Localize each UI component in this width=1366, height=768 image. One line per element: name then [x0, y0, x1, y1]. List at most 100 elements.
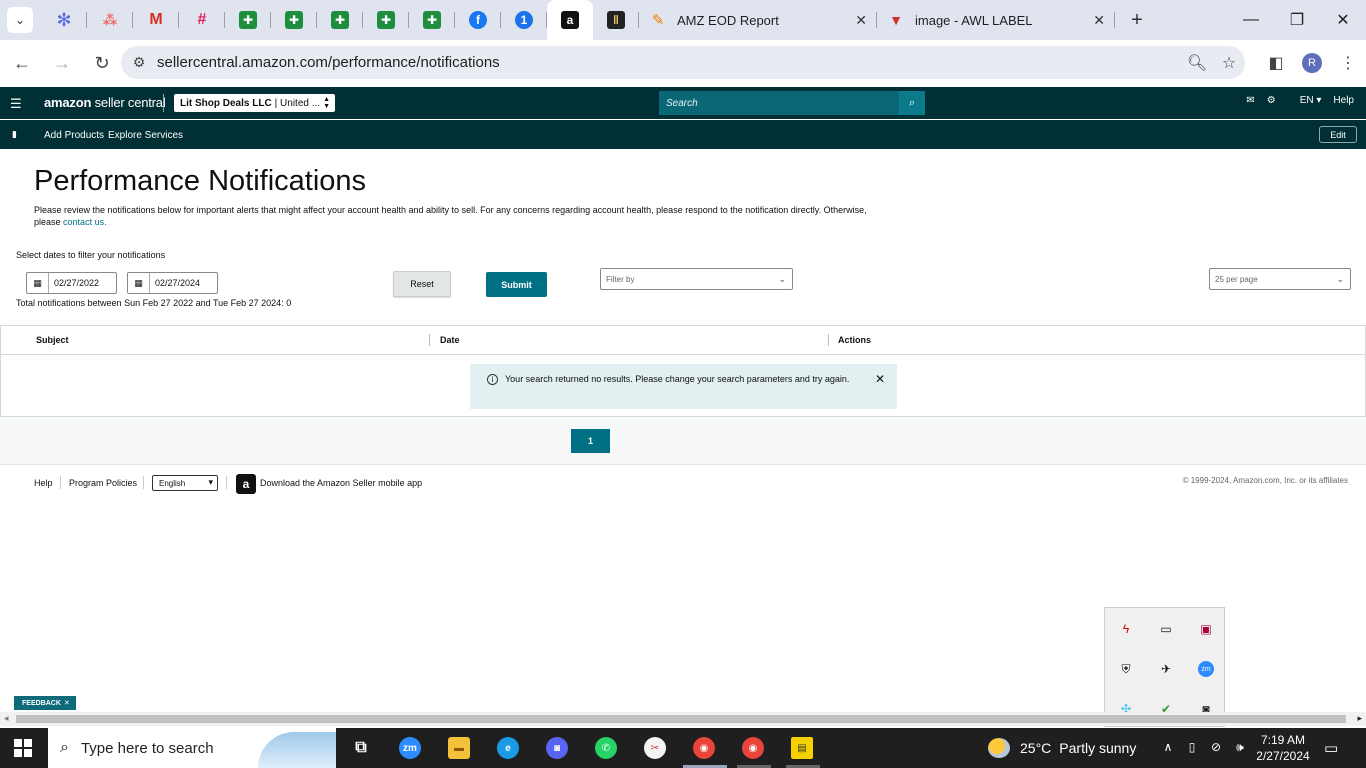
new-tab-plus-icon[interactable]: + [1121, 4, 1153, 36]
snipping-tool-icon[interactable]: ✂ [644, 737, 666, 759]
hidden-tray-icons-popup: ϟ ▭ ▣ ⛨ ✈ zm ✣ ✔ ◙ [1104, 607, 1225, 727]
shield-icon[interactable]: ⛨ [1106, 649, 1146, 689]
chrome-icon[interactable]: ◉ [693, 737, 715, 759]
pinned-tab[interactable]: M [133, 0, 179, 40]
tab-close-icon[interactable]: ✕ [855, 12, 867, 29]
mobile-app-link[interactable]: Download the Amazon Seller mobile app [260, 478, 422, 488]
pinned-tab[interactable]: ✚ [363, 0, 409, 40]
close-window-icon[interactable]: ✕ [1320, 0, 1366, 40]
taskbar-search-box[interactable]: ⌕ Type here to search [48, 728, 336, 768]
pinned-tab[interactable]: ⁂ [87, 0, 133, 40]
logo-rest: seller central [94, 95, 166, 110]
bolt-tray-icon[interactable]: ϟ [1106, 609, 1146, 649]
back-arrow-icon[interactable]: ← [4, 45, 40, 81]
network-display-icon[interactable]: ▭ [1146, 609, 1186, 649]
weather-widget[interactable]: 25°C Partly sunny [988, 738, 1136, 758]
reset-button[interactable]: Reset [393, 271, 451, 297]
add-products-link[interactable]: Add Products [44, 130, 104, 141]
help-link[interactable]: Help [1333, 95, 1354, 106]
side-panel-icon[interactable]: ◧ [1258, 53, 1294, 73]
chevron-down-icon: ⌄ [778, 274, 786, 284]
close-icon[interactable]: ✕ [64, 699, 70, 707]
column-date[interactable]: Date [440, 335, 460, 345]
horizontal-scrollbar[interactable]: ◂ ▸ [0, 712, 1366, 726]
pinned-tab[interactable]: 1 [501, 0, 547, 40]
url-text[interactable]: sellercentral.amazon.com/performance/not… [157, 54, 1181, 71]
satellite-icon[interactable]: ✈ [1146, 649, 1186, 689]
tab-search-chevron-icon[interactable]: ⌄ [7, 7, 33, 33]
discord-icon[interactable]: ◙ [546, 737, 568, 759]
reload-icon[interactable]: ↻ [84, 45, 120, 81]
pinned-tab[interactable]: ✚ [271, 0, 317, 40]
pinned-tab-active[interactable]: a [547, 0, 593, 40]
taskbar-search-placeholder: Type here to search [80, 739, 214, 757]
mail-icon[interactable]: ✉ [1246, 95, 1254, 106]
calendar-icon[interactable]: ▦ [27, 273, 49, 293]
windows-start-icon[interactable] [14, 739, 32, 757]
notifications-icon[interactable]: ▭ [1324, 739, 1338, 757]
per-page-select[interactable]: 25 per page ⌄ [1209, 268, 1351, 290]
system-clock[interactable]: 7:19 AM 2/27/2024 [1248, 732, 1318, 764]
pinned-tab[interactable]: ✚ [409, 0, 455, 40]
start-date-input[interactable]: ▦ 02/27/2022 [26, 272, 117, 294]
bookmark-star-icon[interactable]: ☆ [1213, 53, 1245, 73]
explore-services-link[interactable]: Explore Services [108, 130, 183, 141]
footer-help-link[interactable]: Help [34, 478, 53, 488]
file-explorer-icon[interactable]: ▬ [448, 737, 470, 759]
device-icon[interactable]: ▯ [1180, 740, 1204, 755]
whatsapp-icon[interactable]: ✆ [595, 737, 617, 759]
filter-by-select[interactable]: Filter by ⌄ [600, 268, 793, 290]
page-number-button[interactable]: 1 [571, 429, 610, 453]
profile-avatar[interactable]: R [1294, 53, 1330, 73]
chrome-profile-icon[interactable]: ◉ [742, 737, 764, 759]
gear-icon[interactable]: ⚙ [1267, 95, 1276, 106]
tab-close-icon[interactable]: ✕ [1093, 12, 1105, 29]
address-bar[interactable]: ⚙ sellercentral.amazon.com/performance/n… [121, 46, 1245, 79]
hamburger-menu-icon[interactable]: ☰ [10, 96, 22, 112]
submit-button[interactable]: Submit [486, 272, 547, 297]
amazon-app-icon[interactable]: a [236, 474, 256, 494]
show-hidden-icons-chevron-up-icon[interactable]: ∧ [1156, 740, 1180, 755]
network-off-icon[interactable]: ⊘ [1204, 740, 1228, 755]
tab-amz-eod-report[interactable]: ✎ AMZ EOD Report ✕ [639, 0, 877, 40]
account-switcher[interactable]: Lit Shop Deals LLC | United ... ▲ ▼ [174, 94, 335, 112]
contact-us-link[interactable]: contact us. [63, 217, 107, 227]
bookmark-icon[interactable]: ▮ [12, 129, 17, 140]
account-region: | United ... [274, 97, 321, 109]
pinned-tab[interactable]: # [179, 0, 225, 40]
zoom-tray-icon[interactable]: zm [1186, 649, 1226, 689]
minimize-icon[interactable]: — [1228, 0, 1274, 40]
close-icon[interactable]: ✕ [875, 373, 885, 409]
feedback-button[interactable]: FEEDBACK ✕ [14, 696, 76, 710]
pinned-tab[interactable]: ✚ [317, 0, 363, 40]
edge-icon[interactable]: e [497, 737, 519, 759]
edit-bookmarks-button[interactable]: Edit [1319, 126, 1357, 143]
restore-icon[interactable]: ❐ [1274, 0, 1320, 40]
language-selector[interactable]: EN ▾ [1288, 95, 1322, 106]
tab-awl-label[interactable]: ▼ image - AWL LABEL ✕ [877, 0, 1115, 40]
calendar-icon[interactable]: ▦ [128, 273, 150, 293]
scroll-left-icon[interactable]: ◂ [4, 713, 9, 724]
pinned-tab[interactable]: ✻ [41, 0, 87, 40]
scroll-right-icon[interactable]: ▸ [1357, 713, 1362, 724]
kebab-menu-icon[interactable]: ⋮ [1330, 53, 1366, 73]
sticky-notes-icon[interactable]: ▤ [791, 737, 813, 759]
footer-language-select[interactable]: English ▾ [152, 475, 218, 491]
pinned-tab[interactable]: ✚ [225, 0, 271, 40]
column-subject[interactable]: Subject [36, 335, 69, 345]
program-policies-link[interactable]: Program Policies [69, 478, 137, 488]
scrollbar-thumb[interactable] [16, 715, 1346, 723]
forward-arrow-icon[interactable]: → [44, 45, 80, 81]
search-icon[interactable]: ⌕ [899, 91, 925, 115]
header-search-input[interactable]: Search [659, 91, 899, 115]
pinned-tab[interactable]: f [455, 0, 501, 40]
seller-central-logo[interactable]: amazon seller central [44, 95, 166, 110]
pinned-tab[interactable]: ǁ [593, 0, 639, 40]
app-tray-icon[interactable]: ▣ [1186, 609, 1226, 649]
search-highlight-image [258, 732, 336, 768]
task-view-icon[interactable]: ⧉ [350, 737, 372, 759]
zoom-icon[interactable]: 🔍︎ [1181, 53, 1213, 73]
end-date-input[interactable]: ▦ 02/27/2024 [127, 272, 218, 294]
site-info-icon[interactable]: ⚙ [123, 54, 155, 71]
zoom-icon[interactable]: zm [399, 737, 421, 759]
